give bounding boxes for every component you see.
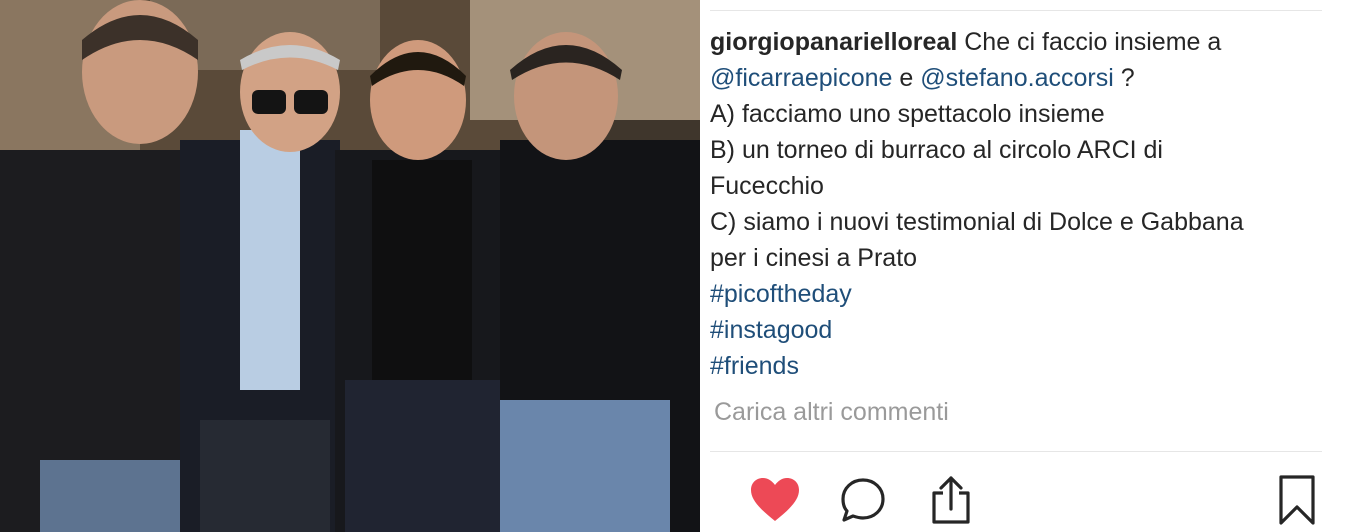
- save-button[interactable]: [1270, 472, 1324, 528]
- caption-option-b-line1: B) un torneo di burraco al circolo ARCI …: [710, 136, 1163, 164]
- load-more-comments-link[interactable]: Carica altri commenti: [714, 398, 949, 427]
- post-photo[interactable]: [0, 0, 700, 532]
- group-photo-illustration: [0, 0, 700, 532]
- hashtag-link[interactable]: #instagood: [710, 312, 1340, 348]
- caption-line-2: @ficarraepicone e @stefano.accorsi ?: [710, 60, 1340, 96]
- post-caption: giorgiopanarielloreal Che ci faccio insi…: [710, 24, 1340, 384]
- mention-link[interactable]: @stefano.accorsi: [920, 64, 1114, 92]
- caption-option-c-line1: C) siamo i nuovi testimonial di Dolce e …: [710, 208, 1244, 236]
- top-divider: [710, 10, 1322, 11]
- post-side-panel: giorgiopanarielloreal Che ci faccio insi…: [700, 0, 1360, 532]
- caption-option-b-line2: Fucecchio: [710, 172, 824, 200]
- share-button[interactable]: [924, 472, 978, 528]
- caption-intro: Che ci faccio insieme a: [964, 28, 1222, 56]
- bottom-divider: [710, 451, 1322, 452]
- caption-option-c-line2: per i cinesi a Prato: [710, 244, 918, 272]
- heart-filled-icon: [751, 478, 799, 521]
- caption-question-mark: ?: [1120, 64, 1135, 92]
- comment-bubble-icon: [841, 478, 885, 522]
- username-link[interactable]: giorgiopanarielloreal: [710, 28, 957, 56]
- caption-option-a: A) facciamo uno spettacolo insieme: [710, 100, 1105, 128]
- caption-conjunction: e: [899, 64, 914, 92]
- like-button[interactable]: [748, 472, 802, 528]
- share-upload-icon: [932, 476, 970, 524]
- bookmark-icon: [1279, 475, 1315, 525]
- hashtag-link[interactable]: #friends: [710, 348, 1340, 384]
- hashtag-link[interactable]: #picoftheday: [710, 276, 1340, 312]
- caption-line-1: giorgiopanarielloreal Che ci faccio insi…: [710, 24, 1340, 60]
- comment-button[interactable]: [836, 472, 890, 528]
- mention-link[interactable]: @ficarraepicone: [710, 64, 892, 92]
